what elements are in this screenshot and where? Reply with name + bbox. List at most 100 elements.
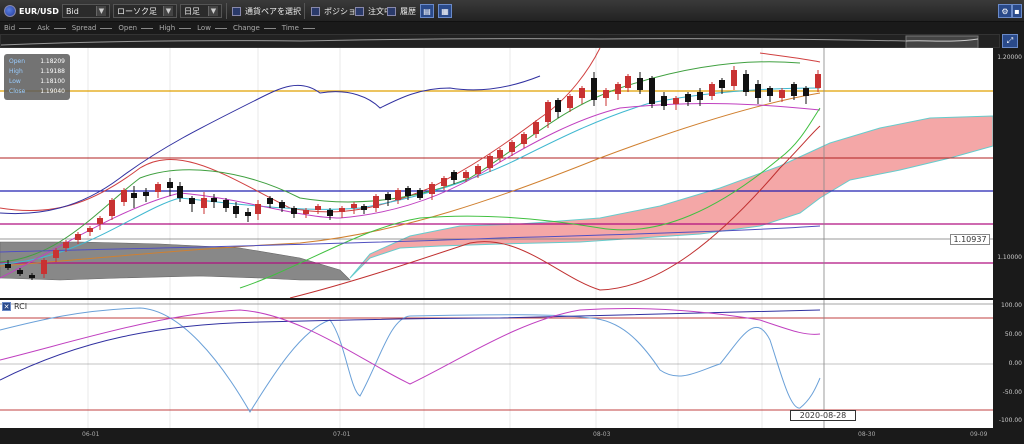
candle-body <box>463 172 469 178</box>
candle-body <box>109 200 115 216</box>
drawing-icon[interactable]: ▦ <box>438 4 452 18</box>
close-icon[interactable]: ✕ <box>2 302 11 311</box>
candle-body <box>211 198 217 202</box>
time-axis-label: 07-01 <box>333 431 351 438</box>
chevron-down-icon: ▼ <box>163 6 173 16</box>
rci-chart-svg <box>0 300 993 428</box>
candle-body <box>685 94 691 102</box>
rci-label: RCI <box>14 302 28 311</box>
candle-body <box>201 198 207 208</box>
chart-type-value: ローソク足 <box>117 6 157 16</box>
candle-body <box>75 234 81 240</box>
indicator-icon[interactable]: ▤ <box>420 4 434 18</box>
price-axis-label: 1.20000 <box>997 54 1022 61</box>
open-value: 1.18209 <box>40 58 65 65</box>
candle-body <box>533 122 539 134</box>
ohlc-panel: Open 1.18209 High 1.19188 Low 1.18100 Close… <box>4 54 70 100</box>
high-label: High <box>9 68 23 75</box>
rci-axis: 100.00 50.00 0.00 -50.00 -100.00 <box>993 300 1024 428</box>
gear-icon[interactable]: ⚙ <box>998 4 1012 18</box>
candle-body <box>5 264 11 268</box>
candle-body <box>545 102 551 122</box>
candle-body <box>339 208 345 212</box>
close-label: Close <box>9 88 26 95</box>
candle-body <box>373 196 379 208</box>
close-value: 1.19040 <box>40 88 65 95</box>
crosshair-date-tag: 2020-08-28 <box>790 410 856 421</box>
candle-body <box>625 76 631 88</box>
rci-line <box>0 309 821 381</box>
candle-body <box>815 74 821 88</box>
popout-icon[interactable]: ▪ <box>1012 4 1022 18</box>
time-axis-label: 08-03 <box>593 431 611 438</box>
candle-body <box>743 74 749 92</box>
candle-body <box>351 204 357 208</box>
candle-body <box>719 80 725 88</box>
time-axis: 06-01 07-01 08-03 08-30 09-09 <box>0 428 1024 444</box>
candle-body <box>327 210 333 216</box>
history-toggle[interactable]: 履歴 <box>387 4 416 18</box>
legend-high: High <box>159 24 176 32</box>
legend-open: Open <box>118 24 138 32</box>
candle-body <box>97 218 103 224</box>
candle-body <box>53 250 59 258</box>
price-chart-svg <box>0 47 994 299</box>
candle-body <box>177 186 183 198</box>
candle-body <box>649 78 655 104</box>
candle-body <box>731 70 737 86</box>
candle-body <box>767 88 773 96</box>
candle-body <box>143 192 149 196</box>
rci-chart[interactable] <box>0 300 993 428</box>
data-legend: Bid Ask Spread Open High Low Change Time <box>0 22 1024 34</box>
rci-axis-label: 50.00 <box>1004 331 1022 338</box>
candle-body <box>417 190 423 198</box>
candle-body <box>385 194 391 200</box>
candle-body <box>487 156 493 168</box>
rci-axis-label: 100.00 <box>1001 302 1022 309</box>
low-value: 1.18100 <box>40 78 65 85</box>
candle-body <box>87 228 93 232</box>
candle-body <box>475 166 481 174</box>
open-label: Open <box>9 58 26 65</box>
time-axis-label: 09-09 <box>970 431 988 438</box>
candle-body <box>291 208 297 214</box>
main-price-chart[interactable] <box>0 47 994 299</box>
candle-body <box>803 88 809 96</box>
legend-change: Change <box>232 24 260 32</box>
indicator-line <box>0 75 541 215</box>
rci-line <box>0 307 821 413</box>
pair-display[interactable]: EUR/USD <box>4 4 59 18</box>
candle-body <box>361 206 367 210</box>
candle-body <box>245 212 251 216</box>
select-pair-button[interactable]: 通貨ペアを選択 <box>232 4 301 18</box>
pair-label: EUR/USD <box>19 6 59 16</box>
candle-body <box>63 242 69 248</box>
candle-body <box>451 172 457 180</box>
timeframe-select[interactable]: 日足 ▼ <box>180 4 222 18</box>
candle-body <box>521 134 527 144</box>
checkbox-icon <box>355 6 364 16</box>
price-type-select[interactable]: Bid ▼ <box>62 4 110 18</box>
candle-body <box>697 92 703 100</box>
legend-low: Low <box>197 24 211 32</box>
navigator-strip[interactable] <box>0 34 1000 49</box>
candle-body <box>405 188 411 196</box>
candle-body <box>315 206 321 210</box>
candle-body <box>255 204 261 214</box>
divider <box>304 3 305 19</box>
candle-body <box>267 198 273 204</box>
candle-body <box>497 150 503 158</box>
timeframe-value: 日足 <box>184 6 200 16</box>
toolbar: EUR/USD Bid ▼ ローソク足 ▼ 日足 ▼ 通貨ペアを選択 ポジション… <box>0 0 1024 22</box>
legend-bid: Bid <box>4 24 16 32</box>
candle-body <box>41 260 47 274</box>
ichimoku-cloud <box>349 115 994 279</box>
chart-type-select[interactable]: ローソク足 ▼ <box>113 4 177 18</box>
legend-spread: Spread <box>71 24 97 32</box>
fit-icon[interactable]: ⤢ <box>1002 34 1018 48</box>
candle-body <box>167 182 173 188</box>
price-type-value: Bid <box>66 6 79 16</box>
rci-axis-label: 0.00 <box>1008 360 1022 367</box>
checkbox-icon <box>387 6 396 16</box>
candle-body <box>567 96 573 108</box>
